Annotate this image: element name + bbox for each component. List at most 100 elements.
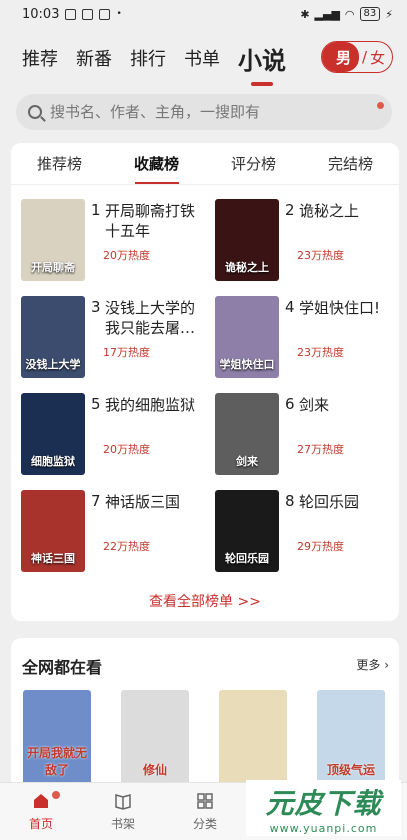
gender-toggle[interactable]: 男 / 女 (321, 41, 393, 73)
gender-male[interactable]: 男 (322, 42, 360, 72)
rank-number: 8 (285, 492, 295, 510)
ranking-book-item[interactable]: 神话三国 7 神话版三国 22万热度 (21, 490, 206, 572)
battery-icon: 83 (359, 7, 381, 21)
heat-count: 23万热度 (297, 249, 344, 262)
charging-icon: ⚡ (385, 7, 393, 21)
rank-number: 6 (285, 395, 295, 413)
cover-text: 顶级气运 (326, 763, 375, 777)
ranking-book-item[interactable]: 剑来 6 剑来 27万热度 (215, 393, 400, 475)
tab-ranking[interactable]: 排行 (130, 45, 166, 71)
tab-bookshelf-label: 书架 (110, 817, 135, 831)
ranking-book-item[interactable]: 没钱上大学 3 没钱上大学的我只能去屠… 17万热度 (21, 296, 206, 378)
book-cover[interactable]: 修仙 (121, 690, 189, 788)
book-cover[interactable]: 学姐快住口 (215, 296, 279, 378)
book-cover[interactable]: 神话三国 (21, 490, 85, 572)
wifi-icon: ◠ (344, 7, 355, 21)
heat-count: 22万热度 (103, 540, 150, 553)
tab-recommend-rank[interactable]: 推荐榜 (11, 143, 108, 184)
tab-rating-rank[interactable]: 评分榜 (205, 143, 302, 184)
tab-recommend[interactable]: 推荐 (22, 45, 58, 71)
tab-category[interactable]: 分类 (164, 783, 246, 840)
app-icon (99, 8, 111, 20)
tab-completed-rank[interactable]: 完结榜 (302, 143, 399, 184)
book-title[interactable]: 学姐快住口! (299, 298, 394, 318)
gender-separator: / (362, 48, 368, 66)
signal-icon: ▂▄▆ (314, 7, 340, 21)
clock: 10:03 (22, 6, 60, 22)
more-link[interactable]: 更多 › (356, 656, 389, 673)
cover-text: 诡秘之上 (225, 261, 269, 274)
tab-favorites-rank[interactable]: 收藏榜 (108, 143, 205, 184)
search-icon (28, 105, 42, 119)
rank-number: 2 (285, 201, 295, 219)
cover-text: 学姐快住口 (219, 358, 275, 371)
status-bar: 10:03 • ✱ ▂▄▆ ◠ 83 ⚡ (0, 0, 407, 28)
app-icon (82, 8, 94, 20)
ranking-book-item[interactable]: 学姐快住口 4 学姐快住口! 23万热度 (215, 296, 400, 378)
dot-icon: • (116, 9, 122, 19)
ranking-book-item[interactable]: 轮回乐园 8 轮回乐园 29万热度 (215, 490, 400, 572)
book-cover[interactable]: 顶级气运 (317, 690, 385, 788)
heat-count: 27万热度 (297, 443, 344, 456)
heat-count: 20万热度 (103, 249, 150, 262)
cover-text: 没钱上大学 (25, 358, 81, 371)
tab-novel[interactable]: 小说 (238, 41, 286, 76)
tab-bookshelf[interactable]: 书架 (82, 783, 164, 840)
book-cover[interactable]: 诡秘之上 (215, 199, 279, 281)
book-cover[interactable]: 开局聊斋 (21, 199, 85, 281)
more-label: 更多 (356, 658, 381, 672)
book-title[interactable]: 没钱上大学的我只能去屠… (105, 298, 200, 338)
search-bar[interactable] (16, 94, 392, 130)
heat-count: 17万热度 (103, 346, 150, 359)
rank-number: 7 (91, 492, 101, 510)
home-icon (34, 794, 48, 808)
category-icon (197, 793, 213, 809)
book-title[interactable]: 轮回乐园 (299, 492, 394, 512)
bluetooth-icon: ✱ (300, 7, 310, 21)
watching-section: 全网都在看 更多 › 开局我就无敌了 修仙 顶级气运 (11, 638, 399, 788)
cover-text: 开局我就无敌了 (26, 746, 87, 777)
book-cover[interactable]: 细胞监狱 (21, 393, 85, 475)
watermark-logo: 元皮下载 www.yuanpi.com (246, 780, 401, 836)
bookshelf-icon (115, 794, 131, 810)
book-title[interactable]: 开局聊斋打铁十五年 (105, 201, 200, 241)
watermark-url: www.yuanpi.com (269, 821, 378, 835)
tab-home[interactable]: 首页 (0, 783, 82, 840)
heat-count: 29万热度 (297, 540, 344, 553)
search-input[interactable] (50, 103, 350, 121)
rank-number: 5 (91, 395, 101, 413)
book-cover[interactable]: 轮回乐园 (215, 490, 279, 572)
rank-number: 4 (285, 298, 295, 316)
view-all-rankings-link[interactable]: 查看全部榜单 >> (11, 591, 399, 611)
chevron-right-icon: › (384, 658, 389, 672)
notification-icon (65, 8, 77, 20)
cover-text: 剑来 (236, 455, 258, 468)
watermark-text: 元皮下载 (265, 786, 382, 820)
rank-number: 3 (91, 298, 101, 316)
tab-category-label: 分类 (192, 817, 217, 831)
gender-female[interactable]: 女 (370, 47, 385, 68)
ranking-book-item[interactable]: 诡秘之上 2 诡秘之上 23万热度 (215, 199, 400, 281)
book-title[interactable]: 神话版三国 (105, 492, 200, 512)
cover-text: 开局聊斋 (31, 261, 75, 274)
heat-count: 20万热度 (103, 443, 150, 456)
top-nav: 推荐 新番 排行 书单 小说 男 / 女 (0, 36, 407, 80)
ranking-tabs: 推荐榜 收藏榜 评分榜 完结榜 (11, 143, 399, 185)
heat-count: 23万热度 (297, 346, 344, 359)
tab-new[interactable]: 新番 (76, 45, 112, 71)
book-title[interactable]: 我的细胞监狱 (105, 395, 200, 415)
ranking-book-item[interactable]: 细胞监狱 5 我的细胞监狱 20万热度 (21, 393, 206, 475)
book-cover[interactable] (219, 690, 287, 788)
book-title[interactable]: 剑来 (299, 395, 394, 415)
book-cover[interactable]: 开局我就无敌了 (23, 690, 91, 788)
book-cover[interactable]: 没钱上大学 (21, 296, 85, 378)
rank-number: 1 (91, 201, 101, 219)
cover-text: 神话三国 (31, 552, 75, 565)
ranking-book-item[interactable]: 开局聊斋 1 开局聊斋打铁十五年 20万热度 (21, 199, 206, 281)
notification-dot (52, 791, 60, 799)
book-cover[interactable]: 剑来 (215, 393, 279, 475)
cover-text: 轮回乐园 (225, 552, 269, 565)
tab-home-label: 首页 (28, 817, 53, 831)
book-title[interactable]: 诡秘之上 (299, 201, 394, 221)
tab-booklist[interactable]: 书单 (184, 45, 220, 71)
